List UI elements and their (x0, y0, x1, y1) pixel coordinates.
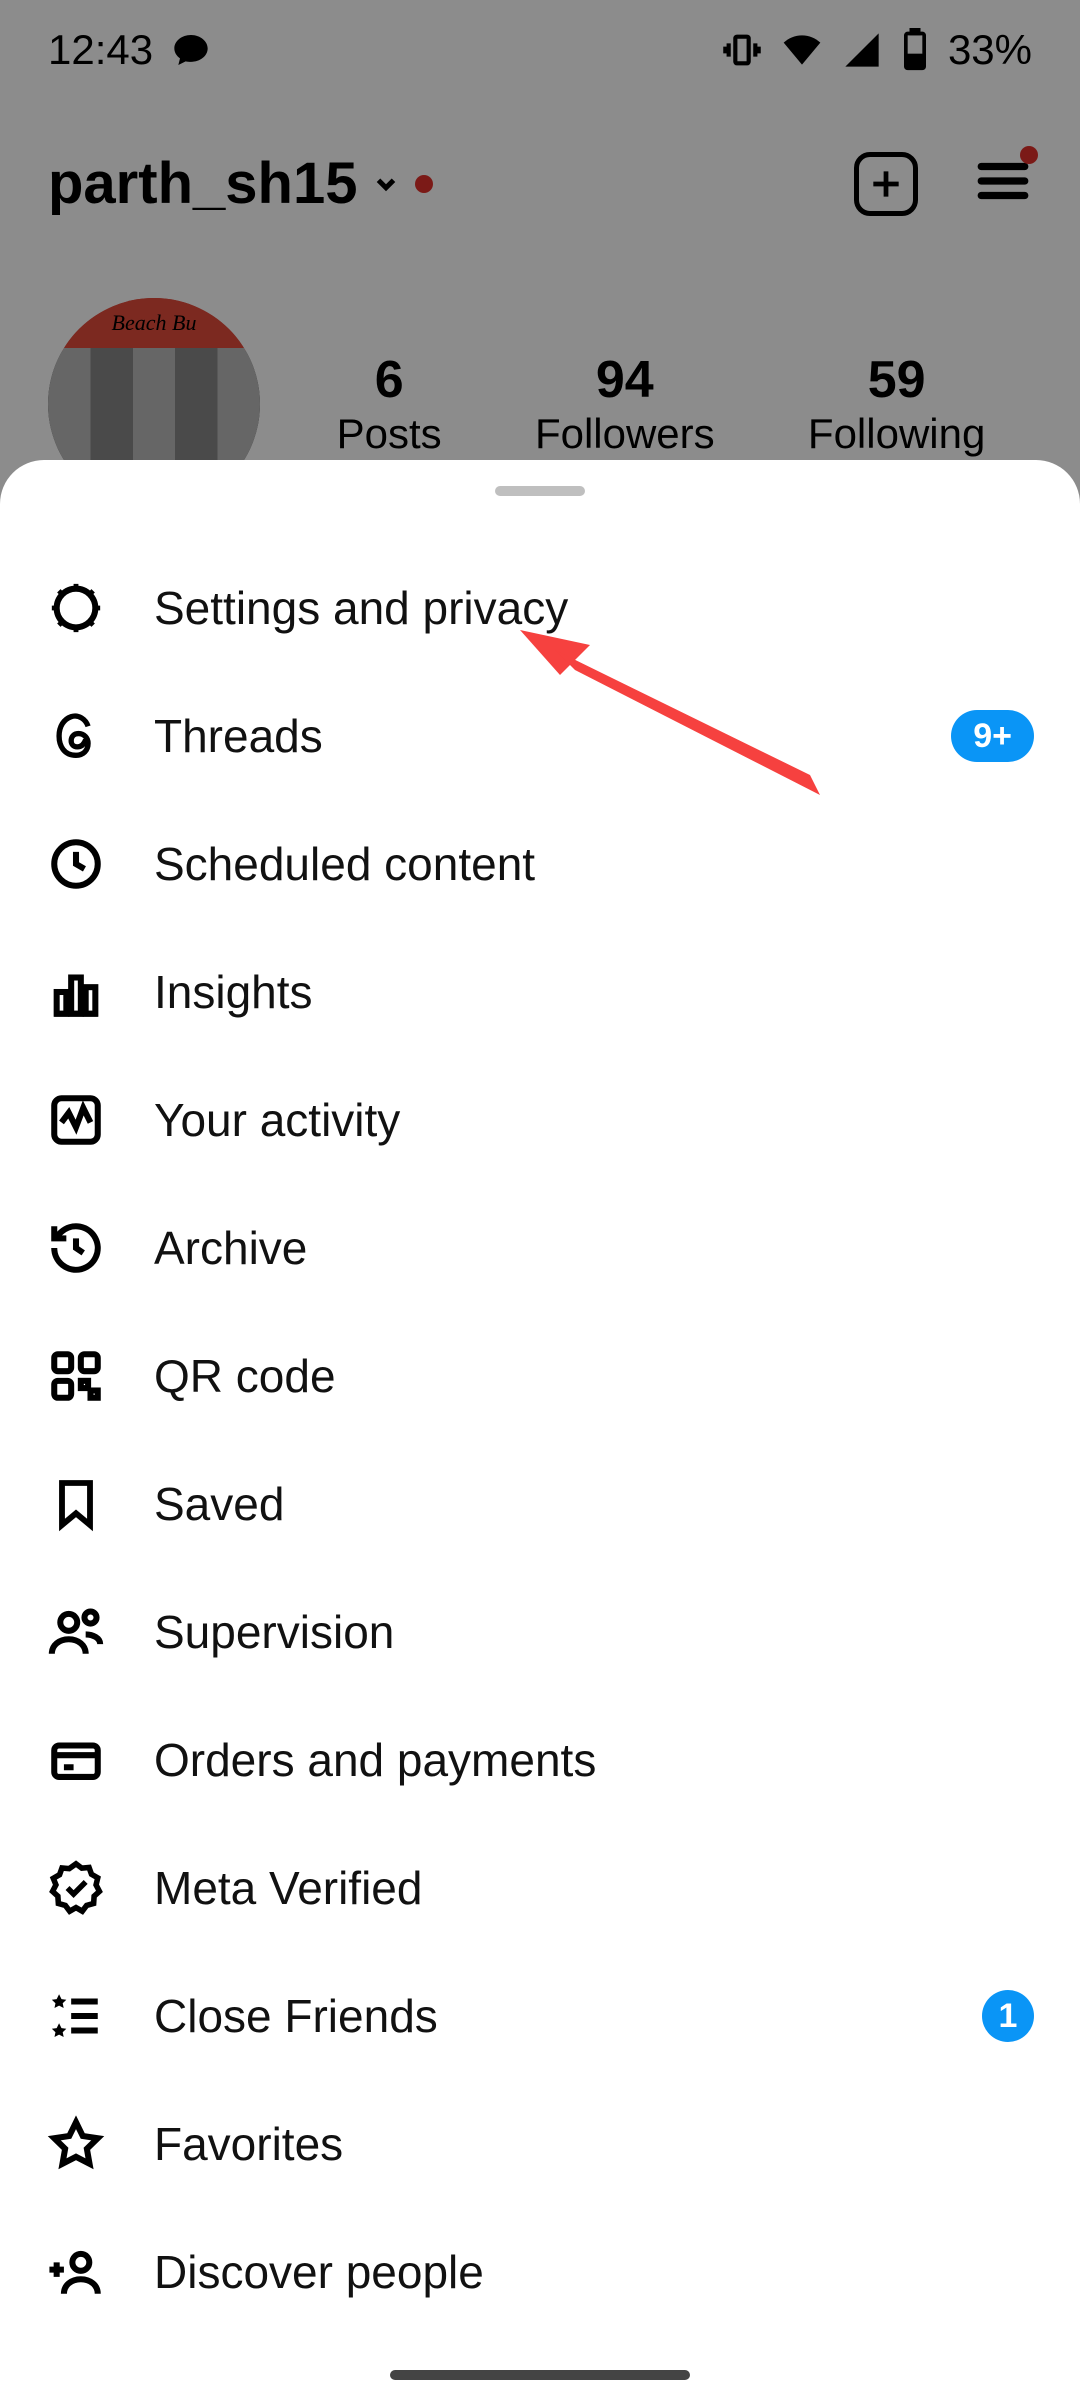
wifi-icon (780, 28, 824, 72)
followers-count: 94 (535, 350, 715, 410)
status-time: 12:43 (48, 26, 153, 74)
threads-icon (46, 706, 106, 766)
following-label: Following (808, 410, 985, 458)
username-text: parth_sh15 (48, 150, 357, 217)
bar-chart-icon (46, 962, 106, 1022)
menu-settings-label: Settings and privacy (154, 581, 1034, 635)
username-switcher[interactable]: parth_sh15 (48, 150, 433, 217)
menu-scheduled-label: Scheduled content (154, 837, 1034, 891)
chat-icon (171, 30, 211, 70)
stat-posts[interactable]: 6 Posts (337, 350, 442, 458)
chevron-down-icon (371, 169, 401, 199)
star-list-icon (46, 1986, 106, 2046)
bottom-sheet: Settings and privacy Threads 9+ Schedule… (0, 460, 1080, 2400)
menu-discover-label: Discover people (154, 2245, 1034, 2299)
posts-label: Posts (337, 410, 442, 458)
menu-saved-label: Saved (154, 1477, 1034, 1531)
menu-favorites[interactable]: Favorites (46, 2080, 1034, 2208)
card-icon (46, 1730, 106, 1790)
followers-label: Followers (535, 410, 715, 458)
qr-icon (46, 1346, 106, 1406)
menu-scheduled[interactable]: Scheduled content (46, 800, 1034, 928)
menu-qr-label: QR code (154, 1349, 1034, 1403)
activity-icon (46, 1090, 106, 1150)
battery-icon (900, 28, 930, 72)
home-indicator[interactable] (390, 2370, 690, 2380)
menu-orders-label: Orders and payments (154, 1733, 1034, 1787)
stat-followers[interactable]: 94 Followers (535, 350, 715, 458)
history-icon (46, 1218, 106, 1278)
stat-following[interactable]: 59 Following (808, 350, 985, 458)
battery-percentage: 33% (948, 26, 1032, 74)
posts-count: 6 (337, 350, 442, 410)
menu-orders[interactable]: Orders and payments (46, 1696, 1034, 1824)
menu-close-friends-label: Close Friends (154, 1989, 934, 2043)
menu-discover[interactable]: Discover people (46, 2208, 1034, 2336)
plus-icon (867, 165, 905, 203)
threads-badge: 9+ (951, 710, 1034, 762)
menu-saved[interactable]: Saved (46, 1440, 1034, 1568)
following-count: 59 (808, 350, 985, 410)
menu-favorites-label: Favorites (154, 2117, 1034, 2171)
menu-archive-label: Archive (154, 1221, 1034, 1275)
close-friends-badge: 1 (982, 1990, 1034, 2042)
create-button[interactable] (854, 152, 918, 216)
notification-dot (415, 175, 433, 193)
people-icon (46, 1602, 106, 1662)
status-bar: 12:43 33% (0, 0, 1080, 100)
bookmark-icon (46, 1474, 106, 1534)
menu-activity-label: Your activity (154, 1093, 1034, 1147)
profile-header: parth_sh15 (0, 150, 1080, 217)
menu-threads-label: Threads (154, 709, 903, 763)
clock-icon (46, 834, 106, 894)
gear-icon (46, 578, 106, 638)
star-icon (46, 2114, 106, 2174)
menu-settings[interactable]: Settings and privacy (46, 544, 1034, 672)
drag-handle[interactable] (495, 486, 585, 496)
avatar-banner: Beach Bu (48, 298, 260, 348)
menu-button[interactable] (974, 152, 1032, 215)
vibrate-icon (722, 30, 762, 70)
menu-activity[interactable]: Your activity (46, 1056, 1034, 1184)
menu-archive[interactable]: Archive (46, 1184, 1034, 1312)
menu-verified-label: Meta Verified (154, 1861, 1034, 1915)
menu-insights[interactable]: Insights (46, 928, 1034, 1056)
menu-supervision-label: Supervision (154, 1605, 1034, 1659)
signal-icon (842, 30, 882, 70)
menu-notification-dot (1020, 146, 1038, 164)
menu-supervision[interactable]: Supervision (46, 1568, 1034, 1696)
add-person-icon (46, 2242, 106, 2302)
menu-close-friends[interactable]: Close Friends 1 (46, 1952, 1034, 2080)
verified-icon (46, 1858, 106, 1918)
menu-threads[interactable]: Threads 9+ (46, 672, 1034, 800)
menu-verified[interactable]: Meta Verified (46, 1824, 1034, 1952)
menu-qr[interactable]: QR code (46, 1312, 1034, 1440)
menu-insights-label: Insights (154, 965, 1034, 1019)
